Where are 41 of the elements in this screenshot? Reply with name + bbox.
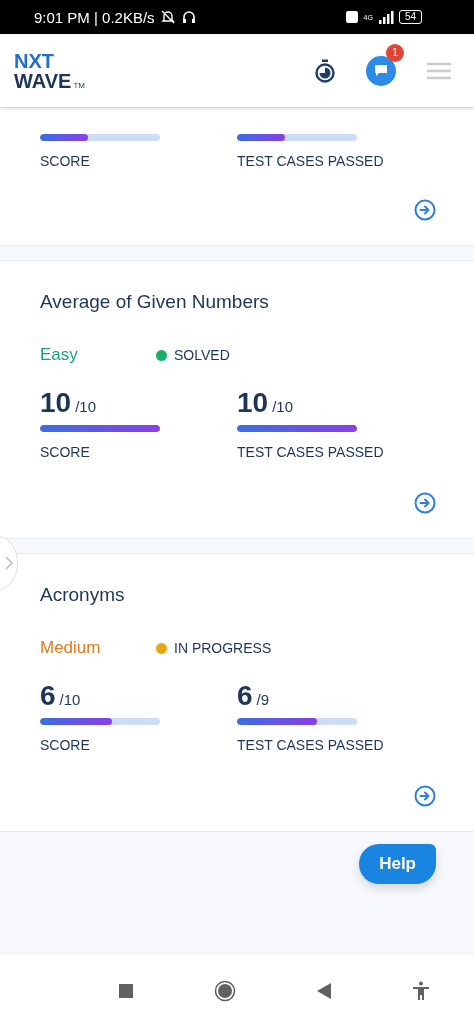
chat-bubble-icon <box>374 64 388 77</box>
status-time: 9:01 PM | 0.2KB/s <box>34 8 155 26</box>
arrow-right-circle-icon[interactable] <box>414 785 436 807</box>
stopwatch-icon[interactable] <box>314 58 336 83</box>
accessibility-icon[interactable] <box>412 981 430 1001</box>
home-icon[interactable] <box>214 980 236 1002</box>
metric-label: SCORE <box>40 153 91 169</box>
metric-label: TEST CASES PASSED <box>237 153 385 169</box>
metric-total: /10 <box>272 398 293 415</box>
difficulty-label: Medium <box>40 638 102 658</box>
metric-total: /10 <box>59 691 81 708</box>
recents-icon[interactable] <box>118 983 134 999</box>
problem-title: Average of Given Numbers <box>40 291 270 313</box>
metric-label: SCORE <box>40 737 91 753</box>
logo-text: WAVE <box>14 70 72 91</box>
trademark: TM <box>73 80 85 91</box>
notification-badge: 1 <box>386 43 404 62</box>
metric-total: /9 <box>256 691 270 708</box>
volte-icon <box>344 10 359 24</box>
back-icon[interactable] <box>316 982 332 1000</box>
headphones-icon <box>180 9 197 25</box>
difficulty-label: Easy <box>40 345 79 365</box>
metric-label: TEST CASES PASSED <box>237 737 385 753</box>
metric-value: 6 <box>237 680 253 712</box>
status-label: IN PROGRESS <box>174 640 272 656</box>
logo-text: NXT <box>14 50 55 71</box>
battery-level: 54 <box>398 10 422 24</box>
metric-value: 6 <box>40 680 56 712</box>
arrow-right-circle-icon[interactable] <box>414 199 436 221</box>
chat-button[interactable] <box>366 55 396 86</box>
metric-value: 10 <box>237 387 269 419</box>
metric-value: 10 <box>40 387 72 419</box>
problem-title: Acronyms <box>40 584 126 606</box>
help-button[interactable]: Help <box>359 844 436 884</box>
metric-total: /10 <box>75 398 96 415</box>
metric-label: SCORE <box>40 444 91 460</box>
signal-icon <box>377 10 394 24</box>
bell-off-icon <box>159 9 176 25</box>
status-label: SOLVED <box>174 347 230 363</box>
metric-label: TEST CASES PASSED <box>237 444 385 460</box>
arrow-right-circle-icon[interactable] <box>414 492 436 514</box>
